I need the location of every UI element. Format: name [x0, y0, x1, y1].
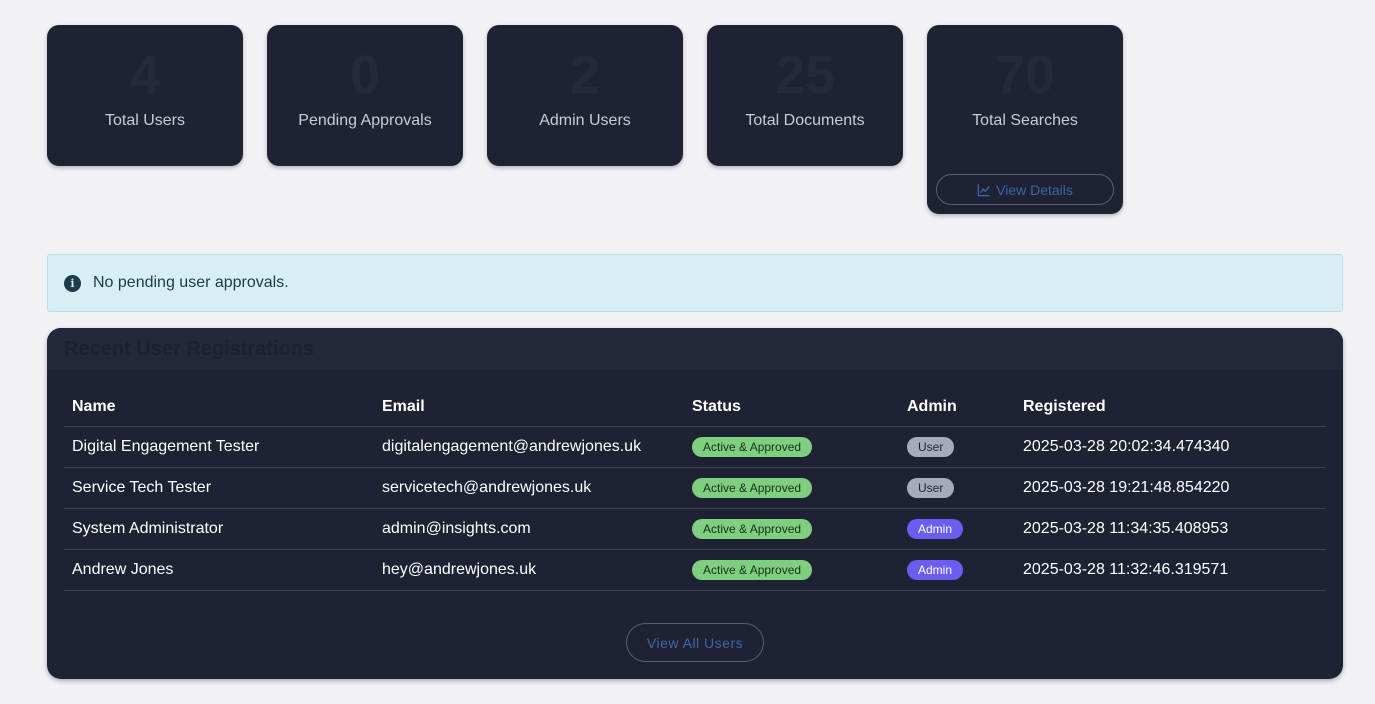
stat-card-pending-approvals: 0 Pending Approvals [267, 25, 463, 166]
user-name: Andrew Jones [64, 549, 374, 591]
user-name: Digital Engagement Tester [64, 426, 374, 468]
table-row: Andrew Jones hey@andrewjones.uk Active &… [64, 549, 1326, 591]
column-header-email: Email [374, 388, 684, 427]
user-email: servicetech@andrewjones.uk [374, 467, 684, 509]
stat-value: 4 [129, 45, 161, 105]
column-header-name: Name [64, 388, 374, 427]
user-name: Service Tech Tester [64, 467, 374, 509]
user-email: admin@insights.com [374, 508, 684, 550]
recent-registrations-panel: Recent User Registrations Name Email Sta… [47, 328, 1343, 679]
status-badge: Active & Approved [692, 477, 813, 498]
registered-date: 2025-03-28 11:34:35.408953 [1015, 508, 1326, 550]
view-details-label: View Details [996, 181, 1073, 198]
table-row: Digital Engagement Tester digitalengagem… [64, 426, 1326, 468]
stat-label: Pending Approvals [298, 112, 432, 129]
table-header-row: Name Email Status Admin Registered [64, 388, 1326, 427]
status-badge: Active & Approved [692, 436, 813, 457]
stat-label: Total Searches [972, 112, 1078, 129]
column-header-registered: Registered [1015, 388, 1326, 427]
stat-value: 70 [994, 45, 1056, 105]
stat-label: Admin Users [539, 112, 631, 129]
stat-card-admin-users: 2 Admin Users [487, 25, 683, 166]
stat-label: Total Users [104, 112, 186, 129]
registered-date: 2025-03-28 11:32:46.319571 [1015, 549, 1326, 591]
column-header-admin: Admin [899, 388, 1015, 427]
registrations-table: Name Email Status Admin Registered Digit… [64, 388, 1326, 591]
panel-title: Recent User Registrations [47, 328, 1343, 370]
table-row: System Administrator admin@insights.com … [64, 508, 1326, 550]
status-badge: Active & Approved [692, 559, 813, 580]
chart-line-icon [977, 183, 990, 196]
user-email: hey@andrewjones.uk [374, 549, 684, 591]
column-header-status: Status [684, 388, 899, 427]
role-badge: User [907, 436, 955, 457]
stat-value: 25 [774, 45, 836, 105]
registered-date: 2025-03-28 20:02:34.474340 [1015, 426, 1326, 468]
table-row: Service Tech Tester servicetech@andrewjo… [64, 467, 1326, 509]
status-badge: Active & Approved [692, 518, 813, 539]
pending-approvals-alert: i No pending user approvals. [47, 254, 1343, 312]
stats-row: 4 Total Users 0 Pending Approvals 2 Admi… [47, 25, 1123, 214]
stat-value: 0 [349, 45, 381, 105]
stat-card-total-users: 4 Total Users [47, 25, 243, 166]
info-icon: i [64, 274, 81, 292]
view-all-users-button[interactable]: View All Users [626, 623, 764, 662]
user-email: digitalengagement@andrewjones.uk [374, 426, 684, 468]
stat-label: Total Documents [745, 112, 865, 129]
role-badge: Admin [907, 559, 964, 580]
role-badge: Admin [907, 518, 964, 539]
stat-card-total-documents: 25 Total Documents [707, 25, 903, 166]
stat-value: 2 [569, 45, 601, 105]
role-badge: User [907, 477, 955, 498]
registered-date: 2025-03-28 19:21:48.854220 [1015, 467, 1326, 509]
user-name: System Administrator [64, 508, 374, 550]
alert-text: No pending user approvals. [93, 274, 289, 291]
view-details-button[interactable]: View Details [936, 174, 1114, 205]
stat-card-total-searches: 70 Total Searches View Details [927, 25, 1123, 214]
